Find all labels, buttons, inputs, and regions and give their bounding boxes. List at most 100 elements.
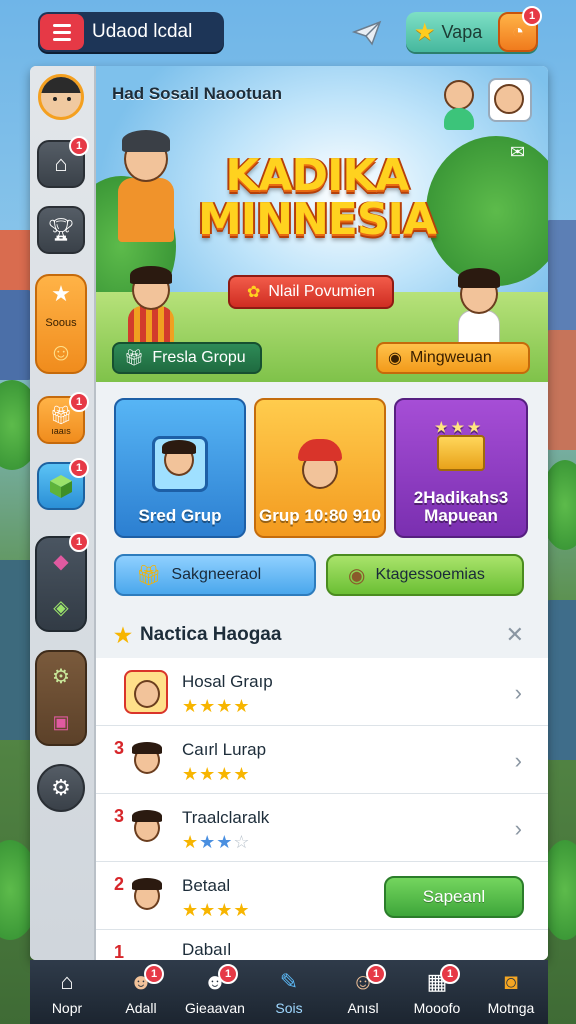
close-icon[interactable]: ✕ [506,622,524,648]
nav-item-sois[interactable]: ✎ Sois [252,960,326,1024]
row-name: Dabaıl [182,940,232,959]
paper-plane-icon[interactable] [352,20,382,46]
nav-label: Motnga [487,1000,535,1016]
main-panel: ⌂ 1 🏆︎ ★ Soous ☺ 🎁︎ ıaaıs 1 1 ◆ ◈ 1 ⚙ ▣ … [30,66,548,960]
card-label: 2Hadikahs3 Mapuean [413,487,509,526]
treasure-chest-icon: ★ ★ ★ [431,419,491,479]
notification-badge: 1 [69,458,89,478]
banner-title-line2: MINNESIA [198,194,437,245]
portrait-icon [150,436,210,496]
title-pill: Udaod lcdal [38,12,224,52]
nav-item-mooofo[interactable]: ▦ 1 Mooofo [400,960,474,1024]
banner-left-label: Fresla Gropu [152,349,246,366]
star-icon: ★ [51,281,71,306]
map-icon: ◙ [504,969,518,994]
notification-badge: 1 [440,964,460,984]
friends-icon[interactable] [436,76,536,132]
card-sred-grup[interactable]: Sred Grup [114,398,246,538]
sakgneeraol-button[interactable]: 🎁︎ Sakgneeraol [114,554,316,596]
row-rank: 3 [114,806,125,826]
chat-bubble-icon[interactable]: ✉ [510,142,525,163]
nav-item-adall[interactable]: ☻ 1 Adall [104,960,178,1024]
chevron-right-icon[interactable]: › [515,680,522,706]
green-button-label: Ktagessoemias [375,566,485,583]
timer-button[interactable]: ◔ 1 [498,6,542,52]
chat-icon: ✎ [279,969,299,994]
menu-button[interactable] [40,14,84,50]
gear-icon: ⚙ [52,665,70,688]
sapeanl-button[interactable]: Sapeanl [384,876,524,918]
notification-badge: 1 [522,6,542,26]
chevron-right-icon[interactable]: › [515,748,522,774]
hero-banner[interactable]: Had Sosail Naootuan KADIKA MINNESIA ✿ Nl… [96,66,548,382]
star-icon: ★ [114,624,132,647]
banner-title: KADIKA MINNESIA [192,154,442,242]
puzzle-icon: ▣ [52,711,70,732]
list-item[interactable]: 2 Betaal ★★★★ Sapeanl [96,862,548,930]
settings-button[interactable]: ⚙ [37,764,85,812]
sidebar-home-button[interactable]: ⌂ 1 [37,136,89,188]
currency-pill[interactable]: ★ Vapa ◔ 1 [406,6,542,52]
nav-item-gieaavan[interactable]: ☻ 1 Gieaavan [178,960,252,1024]
category-cards: Sred Grup Grup 10:80 910 ★ ★ ★ 2Hadikahs… [114,398,528,540]
row-name: Betaal [182,876,231,895]
sidebar-tags-button[interactable]: ◆ ◈ 1 [35,532,89,632]
banner-left-button[interactable]: 🎁︎ Fresla Gropu [112,342,262,374]
chevron-right-icon[interactable]: › [515,816,522,842]
banner-subtitle: Had Sosail Naootuan [112,84,283,103]
banner-right-label: Mingweuan [409,349,492,366]
nav-label: Nopr [51,1000,83,1016]
nav-item-anisl[interactable]: ☺ 1 Anısl [326,960,400,1024]
settings-gear-icon: ⚙ [51,775,71,800]
list-item[interactable]: Hosal Graıp ★★★★ › [96,658,548,726]
group-list: Hosal Graıp ★★★★ › 3 Caırl Lurap ★★★★ › … [96,658,548,960]
notification-badge: 1 [69,136,89,156]
currency-label: Vapa [441,21,483,42]
star-icon: ★ [414,18,436,46]
sidebar-trophy-button[interactable]: 🏆︎ [37,206,85,254]
nav-item-nopr[interactable]: ⌂ Nopr [30,960,104,1024]
list-item[interactable]: 1 Dabaıl [96,930,548,960]
sidebar-gift-button[interactable]: 🎁︎ ıaaıs 1 [37,392,89,444]
coin-bag-icon: ◉ [388,350,402,367]
row-name: Caırl Lurap [182,740,267,759]
nav-label: Mooofo [413,1000,461,1016]
nav-label: Gieaavan [185,1000,245,1016]
row-rank: 3 [114,738,125,758]
star-rating: ★★★☆ [182,832,251,852]
notification-badge: 1 [144,964,164,984]
notification-badge: 1 [218,964,238,984]
banner-right-button[interactable]: ◉ Mingweuan [376,342,530,374]
ktagessoemias-button[interactable]: ◉ Ktagessoemias [326,554,524,596]
app-title: Udaod lcdal [92,21,193,42]
sidebar-group-button[interactable]: ★ Soous ☺ [35,274,87,374]
gift-icon: 🎁︎ [136,564,162,587]
star-rating: ★★★★ [182,696,251,716]
list-item[interactable]: 3 Caırl Lurap ★★★★ › [96,726,548,794]
card-mapuean[interactable]: ★ ★ ★ 2Hadikahs3 Mapuean [394,398,528,538]
blue-button-label: Sakgneeraol [171,566,262,583]
sidebar-cube-button[interactable]: 1 [37,458,89,510]
banner-title-line1: KADIKA [225,150,409,201]
notification-badge: 1 [69,532,89,552]
profile-avatar[interactable] [38,74,84,120]
cube-icon [50,475,72,498]
avatar [126,806,170,850]
flower-icon: ✿ [246,284,261,301]
bottom-navigation: ⌂ Nopr ☻ 1 Adall ☻ 1 Gieaavan ✎ Sois ☺ 1… [30,960,548,1024]
smile-icon: ☺ [48,339,74,366]
sidebar-tools-button[interactable]: ⚙ ▣ [35,650,87,746]
house-icon: ⌂ [54,151,68,176]
tree-illustration [426,136,548,286]
list-item[interactable]: 3 Traalclaralk ★★★☆ › [96,794,548,862]
row-rank: 1 [114,942,125,960]
gift-label: ıaaıs [51,425,71,436]
nav-item-motnga[interactable]: ◙ Motnga [474,960,548,1024]
nav-label: Adall [125,1000,157,1016]
banner-cta-button[interactable]: ✿ Nlail Povumien [228,275,394,309]
ticket-icon: ◈ [53,596,69,619]
card-label: Grup 10:80 910 [259,506,381,526]
card-grup[interactable]: Grup 10:80 910 [254,398,386,538]
tag-icon: ◆ [53,550,69,573]
avatar [126,874,170,918]
